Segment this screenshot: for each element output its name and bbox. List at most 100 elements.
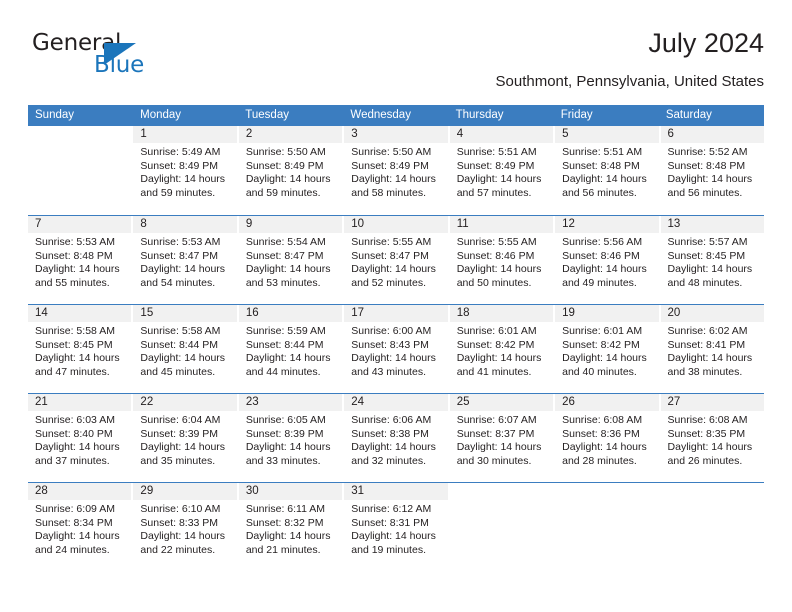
daylight-text-line1: Daylight: 14 hours (667, 263, 753, 276)
day-number: 8 (133, 216, 237, 233)
calendar-day-cell[interactable]: 23 Sunrise: 6:05 AM Sunset: 8:39 PM Dayligh… (238, 394, 345, 482)
daylight-text-line2: and 56 minutes. (562, 186, 637, 199)
day-details: Sunrise: 5:58 AM Sunset: 8:44 PM Daylight:… (133, 322, 236, 379)
daylight-text-line2: and 55 minutes. (35, 276, 110, 289)
day-details: Sunrise: 6:07 AM Sunset: 8:37 PM Daylight:… (450, 411, 553, 468)
daylight-text-line2: and 48 minutes. (667, 276, 743, 289)
sunrise-text: Sunrise: 5:56 AM (562, 236, 643, 248)
sunrise-text: Sunrise: 5:51 AM (562, 146, 643, 158)
calendar-day-cell[interactable]: 8 Sunrise: 5:53 AM Sunset: 8:47 PM Daylight… (133, 216, 239, 304)
day-details: Sunrise: 5:51 AM Sunset: 8:49 PM Daylight:… (450, 143, 553, 200)
calendar-day-cell[interactable]: 3 Sunrise: 5:50 AM Sunset: 8:49 PM Daylight… (344, 126, 450, 215)
day-number: 23 (238, 394, 343, 411)
calendar-day-cell[interactable]: 1 Sunrise: 5:49 AM Sunset: 8:49 PM Daylight… (133, 126, 239, 215)
daylight-text-line2: and 57 minutes. (456, 186, 532, 199)
day-number (555, 483, 659, 500)
calendar-day-cell[interactable]: 15 Sunrise: 5:58 AM Sunset: 8:44 PM Dayligh… (133, 305, 239, 393)
daylight-text-line2: and 59 minutes. (140, 186, 216, 199)
sunrise-text: Sunrise: 6:03 AM (35, 414, 115, 426)
daylight-text-line1: Daylight: 14 hours (245, 441, 331, 454)
sunset-text: Sunset: 8:45 PM (667, 249, 746, 262)
sunrise-text: Sunrise: 6:05 AM (245, 414, 326, 426)
day-details: Sunrise: 6:08 AM Sunset: 8:35 PM Daylight:… (661, 411, 764, 468)
sunset-text: Sunset: 8:47 PM (351, 249, 429, 262)
sunrise-text: Sunrise: 6:02 AM (667, 325, 748, 337)
daylight-text-line2: and 49 minutes. (562, 276, 637, 289)
calendar-day-cell[interactable]: 11 Sunrise: 5:55 AM Sunset: 8:46 PM Dayligh… (449, 216, 556, 304)
sunrise-text: Sunrise: 6:01 AM (456, 325, 537, 337)
calendar-day-cell[interactable]: 16 Sunrise: 5:59 AM Sunset: 8:44 PM Dayligh… (238, 305, 345, 393)
sunrise-text: Sunrise: 5:51 AM (456, 146, 537, 158)
calendar-day-cell[interactable]: 19 Sunrise: 6:01 AM Sunset: 8:42 PM Dayligh… (555, 305, 661, 393)
calendar-day-cell[interactable]: 20 Sunrise: 6:02 AM Sunset: 8:41 PM Dayligh… (660, 305, 764, 393)
calendar-day-cell[interactable]: 4 Sunrise: 5:51 AM Sunset: 8:49 PM Daylight… (449, 126, 556, 215)
day-details: Sunrise: 5:53 AM Sunset: 8:48 PM Daylight:… (28, 233, 131, 290)
sunset-text: Sunset: 8:38 PM (351, 427, 429, 440)
calendar-day-cell[interactable]: 5 Sunrise: 5:51 AM Sunset: 8:48 PM Daylight… (555, 126, 661, 215)
calendar-day-cell[interactable]: 18 Sunrise: 6:01 AM Sunset: 8:42 PM Dayligh… (449, 305, 556, 393)
calendar-day-cell[interactable]: 7 Sunrise: 5:53 AM Sunset: 8:48 PM Daylight… (28, 216, 134, 304)
calendar-day-cell[interactable]: 27 Sunrise: 6:08 AM Sunset: 8:35 PM Dayligh… (660, 394, 764, 482)
daylight-text-line1: Daylight: 14 hours (245, 530, 331, 543)
general-blue-logo[interactable]: General Blue (32, 30, 212, 86)
sunset-text: Sunset: 8:33 PM (140, 516, 219, 529)
sunset-text: Sunset: 8:39 PM (245, 427, 324, 440)
sunrise-text: Sunrise: 5:49 AM (140, 146, 221, 158)
calendar-day-cell[interactable]: 13 Sunrise: 5:57 AM Sunset: 8:45 PM Dayligh… (660, 216, 764, 304)
calendar-week-row: 21 Sunrise: 6:03 AM Sunset: 8:40 PM Dayligh… (28, 393, 764, 482)
day-details: Sunrise: 5:51 AM Sunset: 8:48 PM Daylight:… (555, 143, 658, 200)
daylight-text-line2: and 32 minutes. (351, 454, 426, 467)
sunrise-text: Sunrise: 5:59 AM (245, 325, 326, 337)
calendar-day-cell[interactable]: 26 Sunrise: 6:08 AM Sunset: 8:36 PM Dayligh… (555, 394, 661, 482)
calendar-day-cell[interactable]: 2 Sunrise: 5:50 AM Sunset: 8:49 PM Daylight… (238, 126, 345, 215)
daylight-text-line2: and 28 minutes. (562, 454, 637, 467)
calendar-day-cell[interactable]: 10 Sunrise: 5:55 AM Sunset: 8:47 PM Dayligh… (344, 216, 450, 304)
page-title: July 2024 (648, 28, 764, 58)
calendar-day-cell[interactable]: 22 Sunrise: 6:04 AM Sunset: 8:39 PM Dayligh… (133, 394, 239, 482)
daylight-text-line1: Daylight: 14 hours (351, 352, 436, 365)
day-details: Sunrise: 6:01 AM Sunset: 8:42 PM Daylight:… (555, 322, 658, 379)
day-number: 9 (238, 216, 343, 233)
day-details: Sunrise: 6:05 AM Sunset: 8:39 PM Daylight:… (239, 411, 342, 468)
daylight-text-line2: and 50 minutes. (456, 276, 532, 289)
calendar-day-cell-empty (28, 126, 134, 215)
calendar-day-cell-empty (660, 483, 764, 571)
calendar-day-cell[interactable]: 9 Sunrise: 5:54 AM Sunset: 8:47 PM Daylight… (238, 216, 345, 304)
sunset-text: Sunset: 8:39 PM (140, 427, 219, 440)
daylight-text-line1: Daylight: 14 hours (140, 263, 226, 276)
calendar-day-cell[interactable]: 25 Sunrise: 6:07 AM Sunset: 8:37 PM Dayligh… (449, 394, 556, 482)
calendar-day-cell[interactable]: 6 Sunrise: 5:52 AM Sunset: 8:48 PM Daylight… (660, 126, 764, 215)
day-number: 4 (449, 126, 554, 143)
daylight-text-line2: and 21 minutes. (245, 543, 321, 556)
location-subtitle: Southmont, Pennsylvania, United States (495, 73, 765, 90)
calendar-day-cell[interactable]: 17 Sunrise: 6:00 AM Sunset: 8:43 PM Dayligh… (344, 305, 450, 393)
sunrise-text: Sunrise: 5:53 AM (35, 236, 115, 248)
daylight-text-line1: Daylight: 14 hours (562, 173, 647, 186)
sunset-text: Sunset: 8:32 PM (245, 516, 324, 529)
daylight-text-line2: and 56 minutes. (667, 186, 743, 199)
daylight-text-line2: and 19 minutes. (351, 543, 426, 556)
sunset-text: Sunset: 8:31 PM (351, 516, 429, 529)
calendar-day-cell[interactable]: 21 Sunrise: 6:03 AM Sunset: 8:40 PM Dayligh… (28, 394, 134, 482)
sunrise-text: Sunrise: 5:50 AM (245, 146, 326, 158)
calendar-day-cell[interactable]: 30 Sunrise: 6:11 AM Sunset: 8:32 PM Dayligh… (238, 483, 345, 571)
calendar-day-cell[interactable]: 24 Sunrise: 6:06 AM Sunset: 8:38 PM Dayligh… (344, 394, 450, 482)
day-details: Sunrise: 5:49 AM Sunset: 8:49 PM Daylight:… (133, 143, 236, 200)
weekday-header-sunday: Sunday (35, 109, 75, 121)
day-details: Sunrise: 6:00 AM Sunset: 8:43 PM Daylight:… (344, 322, 447, 379)
calendar-day-cell[interactable]: 31 Sunrise: 6:12 AM Sunset: 8:31 PM Dayligh… (344, 483, 450, 571)
calendar-day-cell[interactable]: 29 Sunrise: 6:10 AM Sunset: 8:33 PM Dayligh… (133, 483, 239, 571)
day-details: Sunrise: 6:06 AM Sunset: 8:38 PM Daylight:… (344, 411, 447, 468)
calendar-day-cell[interactable]: 14 Sunrise: 5:58 AM Sunset: 8:45 PM Dayligh… (28, 305, 134, 393)
weekday-header-saturday: Saturday (665, 109, 712, 121)
day-number: 13 (660, 216, 764, 233)
calendar-grid: Sunday Monday Tuesday Wednesday Thursday Frid… (28, 105, 764, 571)
calendar-day-cell[interactable]: 12 Sunrise: 5:56 AM Sunset: 8:46 PM Dayligh… (555, 216, 661, 304)
day-number: 24 (344, 394, 448, 411)
day-details: Sunrise: 5:57 AM Sunset: 8:45 PM Daylight:… (661, 233, 764, 290)
day-number (28, 126, 132, 143)
day-number: 20 (660, 305, 764, 322)
daylight-text-line2: and 22 minutes. (140, 543, 216, 556)
calendar-day-cell[interactable]: 28 Sunrise: 6:09 AM Sunset: 8:34 PM Dayligh… (28, 483, 134, 571)
daylight-text-line2: and 52 minutes. (351, 276, 426, 289)
